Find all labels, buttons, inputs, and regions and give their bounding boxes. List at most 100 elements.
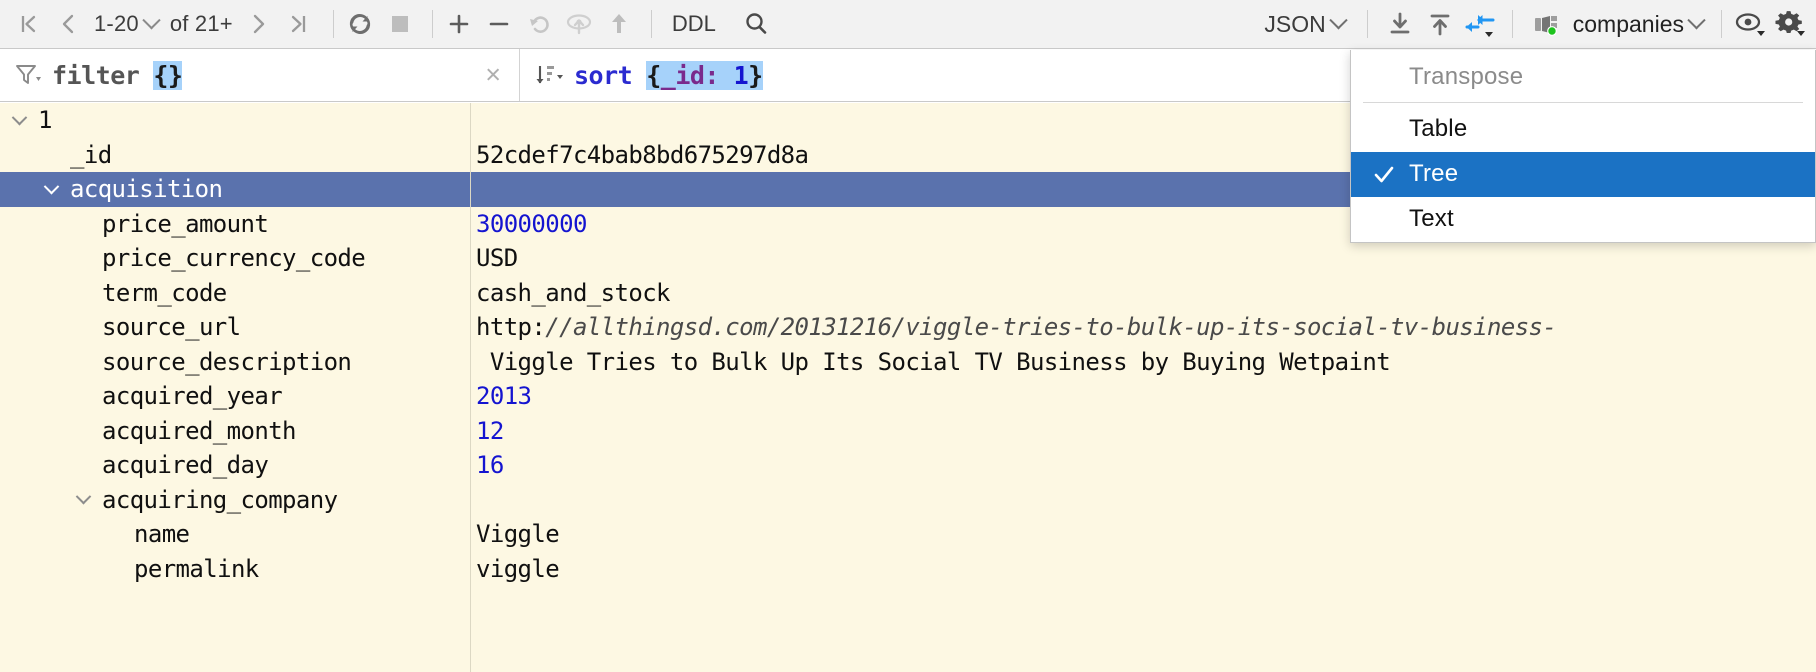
expand-collapse-icon[interactable] xyxy=(42,178,60,198)
tree-row-key-label: acquisition xyxy=(70,175,223,204)
sort-icon-wrap[interactable] xyxy=(520,62,574,88)
clear-filter-icon[interactable]: × xyxy=(485,61,501,89)
tree-row[interactable]: acquiring_company xyxy=(0,483,1816,518)
tree-row-key-cell[interactable]: source_description xyxy=(0,345,470,380)
tree-row-key-label: source_url xyxy=(102,313,241,342)
collection-group: companies xyxy=(1527,0,1707,48)
tree-row-key-cell[interactable]: acquired_day xyxy=(0,448,470,483)
prev-page-icon xyxy=(62,14,74,34)
tree-row[interactable]: source_description Viggle Tries to Bulk … xyxy=(0,345,1816,380)
tree-row-key-cell[interactable]: price_currency_code xyxy=(0,241,470,276)
filter-cell[interactable]: filter {} × xyxy=(0,49,519,101)
refresh-button[interactable] xyxy=(340,0,380,48)
tree-row-key-cell[interactable]: permalink xyxy=(0,552,470,587)
search-button[interactable] xyxy=(736,0,776,48)
menu-item-tree[interactable]: Tree xyxy=(1351,152,1815,197)
tree-row-value-cell[interactable]: Viggle Tries to Bulk Up Its Social TV Bu… xyxy=(470,345,1816,380)
export-data-button[interactable] xyxy=(1380,0,1420,48)
tree-row[interactable]: source_url http://allthingsd.com/20131216… xyxy=(0,310,1816,345)
upload-icon xyxy=(1430,14,1450,36)
tree-row-value-cell[interactable]: viggle xyxy=(470,552,1816,587)
next-page-button[interactable] xyxy=(239,0,279,48)
tree-row-key-cell[interactable]: price_amount xyxy=(0,207,470,242)
revert-selected-button[interactable] xyxy=(559,0,599,48)
view-mode-menu[interactable]: Transpose Table Tree Text xyxy=(1350,50,1816,243)
tree-row-key-cell[interactable]: acquired_year xyxy=(0,379,470,414)
refresh-icon xyxy=(349,14,370,34)
toolbar-separator xyxy=(332,10,334,38)
view-options-button[interactable] xyxy=(1730,0,1770,48)
tree-row-value-cell[interactable] xyxy=(470,483,1816,518)
chevron-down-icon xyxy=(142,10,161,29)
tree-row-value-cell[interactable]: 16 xyxy=(470,448,1816,483)
tree-row-key-label: acquired_year xyxy=(102,382,283,411)
submit-button[interactable] xyxy=(599,0,639,48)
prev-page-button[interactable] xyxy=(48,0,88,48)
tree-row-value-cell[interactable]: USD xyxy=(470,241,1816,276)
tree-row[interactable]: name Viggle xyxy=(0,517,1816,552)
tree-row-key-label: 1 xyxy=(38,106,52,135)
tree-row-key-cell[interactable]: source_url xyxy=(0,310,470,345)
tree-row-value-cell[interactable]: 12 xyxy=(470,414,1816,449)
gear-icon xyxy=(1775,11,1805,36)
tools-group: DDL xyxy=(658,0,776,48)
filter-icon-wrap[interactable] xyxy=(0,62,52,88)
tree-row-value-cell[interactable]: cash_and_stock xyxy=(470,276,1816,311)
collection-selector[interactable]: companies xyxy=(1527,0,1707,48)
menu-item-text[interactable]: Text xyxy=(1351,197,1815,242)
sort-value[interactable]: {_id: 1} xyxy=(646,60,763,90)
view-settings-group xyxy=(1730,0,1810,48)
tree-row[interactable]: acquired_month 12 xyxy=(0,414,1816,449)
tree-row-key-cell[interactable]: acquired_month xyxy=(0,414,470,449)
menu-item-table[interactable]: Table xyxy=(1351,107,1815,152)
toolbar-separator-2 xyxy=(431,10,433,38)
tree-row-value-label: 30000000 xyxy=(476,209,587,238)
toolbar-separator-6 xyxy=(1721,10,1722,38)
tree-row[interactable]: price_currency_code USD xyxy=(0,241,1816,276)
upload-arrow-icon xyxy=(611,14,626,33)
tree-row-key-label: acquired_day xyxy=(102,451,269,480)
import-data-button[interactable] xyxy=(1420,0,1460,48)
page-total-label: of 21+ xyxy=(169,11,233,36)
tree-row[interactable]: acquired_year 2013 xyxy=(0,379,1816,414)
tree-row-key-cell[interactable]: term_code xyxy=(0,276,470,311)
compare-data-button[interactable] xyxy=(1460,0,1500,48)
delete-row-button[interactable] xyxy=(479,0,519,48)
tree-row[interactable]: permalink viggle xyxy=(0,552,1816,587)
filter-value[interactable]: {} xyxy=(153,60,183,90)
stop-button[interactable] xyxy=(380,0,420,48)
settings-button[interactable] xyxy=(1770,0,1810,48)
ddl-button[interactable]: DDL xyxy=(658,0,730,48)
tree-row-value-cell[interactable]: Viggle xyxy=(470,517,1816,552)
toolbar-separator-3 xyxy=(650,10,652,38)
tree-row-value-label: USD xyxy=(476,244,518,273)
menu-item-tree-label: Tree xyxy=(1409,160,1459,187)
first-page-button[interactable] xyxy=(8,0,48,48)
execution-group xyxy=(340,0,420,48)
pagination-group: 1-20 of 21+ xyxy=(0,0,319,48)
stop-icon xyxy=(391,16,408,32)
tree-row-value-cell[interactable]: http://allthingsd.com/20131216/viggle-tr… xyxy=(470,310,1816,345)
revert-button[interactable] xyxy=(519,0,559,48)
tree-row-key-cell[interactable]: name xyxy=(0,517,470,552)
tree-row-key-cell[interactable]: acquisition xyxy=(0,172,470,207)
tree-row[interactable]: term_code cash_and_stock xyxy=(0,276,1816,311)
page-range-selector[interactable]: 1-20 xyxy=(88,0,161,48)
expand-collapse-icon[interactable] xyxy=(10,109,28,129)
collection-name-label: companies xyxy=(1572,10,1684,37)
sort-direction: 1 xyxy=(733,60,749,90)
expand-collapse-icon[interactable] xyxy=(74,489,92,509)
tree-row-key-cell[interactable]: 1 xyxy=(0,103,470,138)
tree-row-key-cell[interactable]: _id xyxy=(0,138,470,173)
add-row-button[interactable] xyxy=(439,0,479,48)
column-divider[interactable] xyxy=(470,103,471,672)
menu-header-transpose[interactable]: Transpose xyxy=(1351,54,1815,102)
last-page-button[interactable] xyxy=(279,0,319,48)
format-group: JSON xyxy=(1256,0,1352,48)
tree-row-key-cell[interactable]: acquiring_company xyxy=(0,483,470,518)
tree-row[interactable]: acquired_day 16 xyxy=(0,448,1816,483)
view-format-selector[interactable]: JSON xyxy=(1256,0,1352,48)
tree-row-value-cell[interactable]: 2013 xyxy=(470,379,1816,414)
revert-selected-icon xyxy=(566,14,591,35)
tree-row-value-label: Viggle xyxy=(476,520,560,549)
